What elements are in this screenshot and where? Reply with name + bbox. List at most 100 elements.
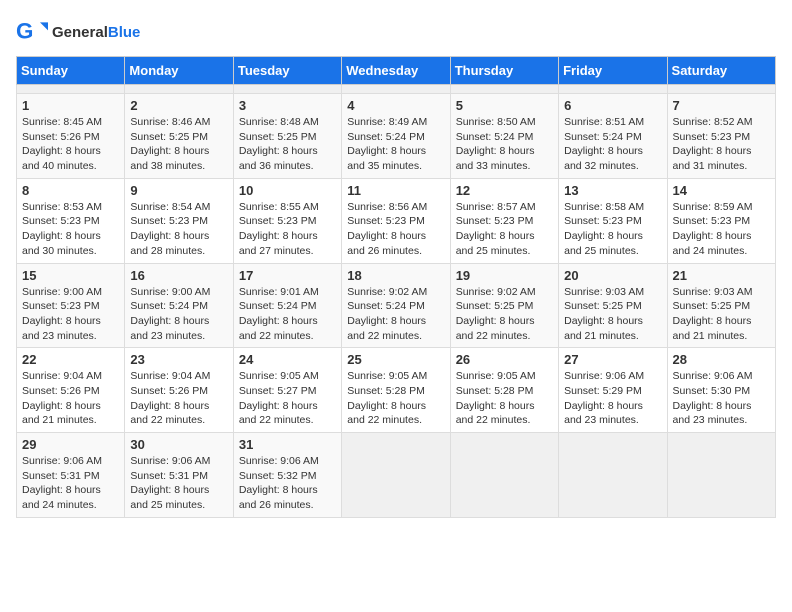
day-info: Daylight: 8 hours xyxy=(673,229,770,244)
day-number: 26 xyxy=(456,352,553,367)
day-info: Sunset: 5:30 PM xyxy=(673,384,770,399)
day-info: Sunset: 5:23 PM xyxy=(673,214,770,229)
day-number: 17 xyxy=(239,268,336,283)
calendar-cell xyxy=(450,433,558,518)
day-info: Daylight: 8 hours xyxy=(564,399,661,414)
day-info: Sunrise: 9:02 AM xyxy=(347,285,444,300)
day-number: 28 xyxy=(673,352,770,367)
day-number: 1 xyxy=(22,98,119,113)
day-info: and 40 minutes. xyxy=(22,159,119,174)
day-info: and 31 minutes. xyxy=(673,159,770,174)
calendar-cell: 4Sunrise: 8:49 AMSunset: 5:24 PMDaylight… xyxy=(342,94,450,179)
day-info: Sunset: 5:24 PM xyxy=(564,130,661,145)
week-row-1 xyxy=(17,85,776,94)
calendar-cell: 6Sunrise: 8:51 AMSunset: 5:24 PMDaylight… xyxy=(559,94,667,179)
calendar-cell xyxy=(559,85,667,94)
day-info: Daylight: 8 hours xyxy=(130,229,227,244)
day-info: Sunrise: 8:56 AM xyxy=(347,200,444,215)
day-number: 20 xyxy=(564,268,661,283)
day-info: Sunset: 5:25 PM xyxy=(673,299,770,314)
day-number: 22 xyxy=(22,352,119,367)
day-info: Daylight: 8 hours xyxy=(130,483,227,498)
calendar-cell: 20Sunrise: 9:03 AMSunset: 5:25 PMDayligh… xyxy=(559,263,667,348)
day-info: and 38 minutes. xyxy=(130,159,227,174)
day-header-friday: Friday xyxy=(559,57,667,85)
day-info: Daylight: 8 hours xyxy=(239,399,336,414)
calendar-cell: 9Sunrise: 8:54 AMSunset: 5:23 PMDaylight… xyxy=(125,178,233,263)
day-info: Daylight: 8 hours xyxy=(564,144,661,159)
calendar-cell: 31Sunrise: 9:06 AMSunset: 5:32 PMDayligh… xyxy=(233,433,341,518)
calendar-cell: 7Sunrise: 8:52 AMSunset: 5:23 PMDaylight… xyxy=(667,94,775,179)
day-info: and 35 minutes. xyxy=(347,159,444,174)
day-info: Daylight: 8 hours xyxy=(239,144,336,159)
calendar-cell xyxy=(125,85,233,94)
day-info: and 21 minutes. xyxy=(22,413,119,428)
day-info: Sunset: 5:23 PM xyxy=(239,214,336,229)
day-info: Sunset: 5:28 PM xyxy=(456,384,553,399)
day-info: Sunrise: 8:55 AM xyxy=(239,200,336,215)
day-info: Sunrise: 9:00 AM xyxy=(130,285,227,300)
day-info: Sunset: 5:24 PM xyxy=(456,130,553,145)
day-info: and 27 minutes. xyxy=(239,244,336,259)
week-row-3: 8Sunrise: 8:53 AMSunset: 5:23 PMDaylight… xyxy=(17,178,776,263)
day-number: 30 xyxy=(130,437,227,452)
day-info: Sunset: 5:25 PM xyxy=(456,299,553,314)
calendar-cell: 17Sunrise: 9:01 AMSunset: 5:24 PMDayligh… xyxy=(233,263,341,348)
calendar-cell: 8Sunrise: 8:53 AMSunset: 5:23 PMDaylight… xyxy=(17,178,125,263)
week-row-5: 22Sunrise: 9:04 AMSunset: 5:26 PMDayligh… xyxy=(17,348,776,433)
day-info: and 24 minutes. xyxy=(22,498,119,513)
day-number: 2 xyxy=(130,98,227,113)
day-info: Sunset: 5:26 PM xyxy=(22,384,119,399)
day-info: and 23 minutes. xyxy=(673,413,770,428)
calendar-cell: 16Sunrise: 9:00 AMSunset: 5:24 PMDayligh… xyxy=(125,263,233,348)
day-info: Sunset: 5:23 PM xyxy=(347,214,444,229)
day-number: 31 xyxy=(239,437,336,452)
day-info: Sunrise: 9:04 AM xyxy=(22,369,119,384)
calendar-cell: 30Sunrise: 9:06 AMSunset: 5:31 PMDayligh… xyxy=(125,433,233,518)
day-number: 13 xyxy=(564,183,661,198)
logo-text: GeneralBlue xyxy=(52,24,140,41)
day-info: and 22 minutes. xyxy=(347,413,444,428)
calendar-table: SundayMondayTuesdayWednesdayThursdayFrid… xyxy=(16,56,776,518)
day-number: 10 xyxy=(239,183,336,198)
day-info: Daylight: 8 hours xyxy=(239,229,336,244)
calendar-cell: 24Sunrise: 9:05 AMSunset: 5:27 PMDayligh… xyxy=(233,348,341,433)
calendar-cell xyxy=(559,433,667,518)
day-header-tuesday: Tuesday xyxy=(233,57,341,85)
calendar-cell: 14Sunrise: 8:59 AMSunset: 5:23 PMDayligh… xyxy=(667,178,775,263)
calendar-cell: 22Sunrise: 9:04 AMSunset: 5:26 PMDayligh… xyxy=(17,348,125,433)
calendar-cell: 2Sunrise: 8:46 AMSunset: 5:25 PMDaylight… xyxy=(125,94,233,179)
day-info: and 23 minutes. xyxy=(22,329,119,344)
day-info: Sunset: 5:25 PM xyxy=(564,299,661,314)
calendar-cell xyxy=(17,85,125,94)
day-info: and 25 minutes. xyxy=(456,244,553,259)
day-info: Daylight: 8 hours xyxy=(130,399,227,414)
day-info: Daylight: 8 hours xyxy=(347,399,444,414)
day-number: 18 xyxy=(347,268,444,283)
calendar-cell: 15Sunrise: 9:00 AMSunset: 5:23 PMDayligh… xyxy=(17,263,125,348)
day-info: Daylight: 8 hours xyxy=(130,314,227,329)
day-info: Sunrise: 9:06 AM xyxy=(239,454,336,469)
day-info: and 30 minutes. xyxy=(22,244,119,259)
day-info: Sunrise: 8:54 AM xyxy=(130,200,227,215)
day-info: Sunset: 5:23 PM xyxy=(22,214,119,229)
week-row-4: 15Sunrise: 9:00 AMSunset: 5:23 PMDayligh… xyxy=(17,263,776,348)
day-number: 21 xyxy=(673,268,770,283)
day-info: Daylight: 8 hours xyxy=(22,314,119,329)
calendar-cell: 23Sunrise: 9:04 AMSunset: 5:26 PMDayligh… xyxy=(125,348,233,433)
day-info: Daylight: 8 hours xyxy=(347,229,444,244)
day-info: Sunset: 5:24 PM xyxy=(239,299,336,314)
calendar-cell: 25Sunrise: 9:05 AMSunset: 5:28 PMDayligh… xyxy=(342,348,450,433)
day-info: Sunset: 5:25 PM xyxy=(130,130,227,145)
calendar-cell: 3Sunrise: 8:48 AMSunset: 5:25 PMDaylight… xyxy=(233,94,341,179)
day-info: Sunset: 5:26 PM xyxy=(130,384,227,399)
calendar-cell xyxy=(342,433,450,518)
day-info: Sunset: 5:24 PM xyxy=(347,299,444,314)
day-info: and 28 minutes. xyxy=(130,244,227,259)
day-info: Sunset: 5:23 PM xyxy=(22,299,119,314)
day-info: Sunrise: 8:50 AM xyxy=(456,115,553,130)
calendar-cell: 12Sunrise: 8:57 AMSunset: 5:23 PMDayligh… xyxy=(450,178,558,263)
day-number: 4 xyxy=(347,98,444,113)
day-info: and 23 minutes. xyxy=(564,413,661,428)
day-info: Sunrise: 9:04 AM xyxy=(130,369,227,384)
